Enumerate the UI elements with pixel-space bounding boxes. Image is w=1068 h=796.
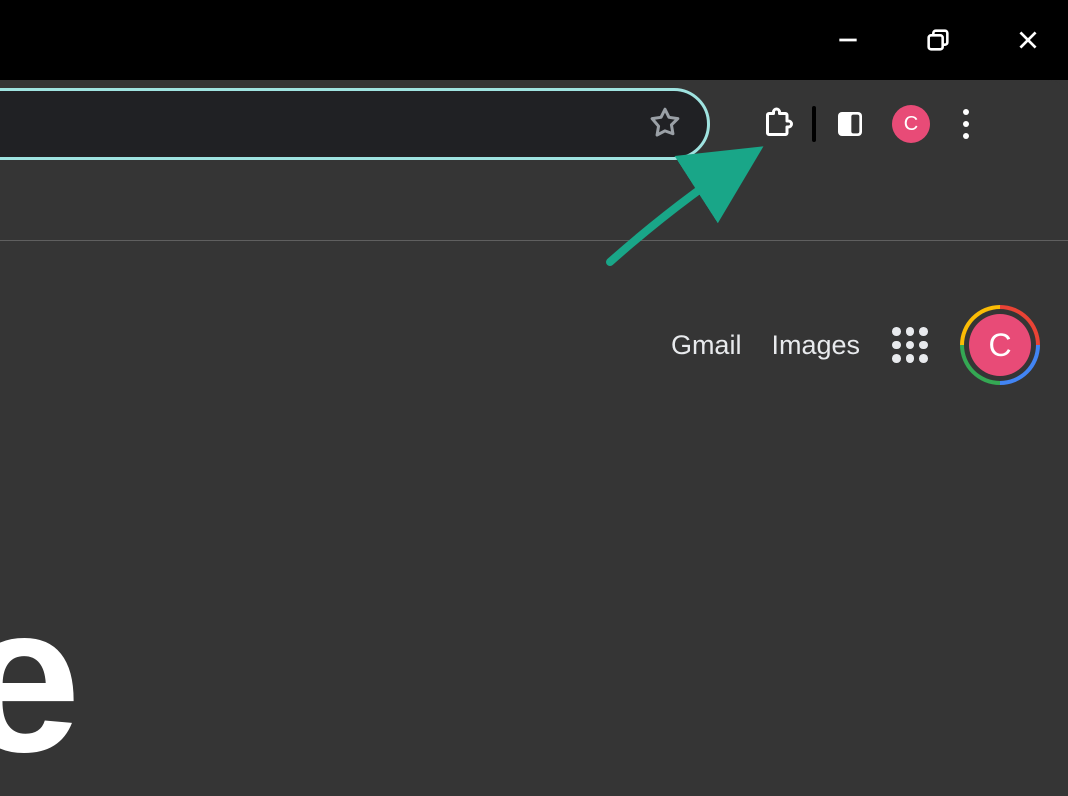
close-icon <box>1015 27 1041 53</box>
chrome-menu-button[interactable] <box>946 104 986 144</box>
page-header: Gmail Images C <box>0 241 1068 385</box>
dot-icon <box>963 109 969 115</box>
extensions-icon <box>760 106 796 142</box>
profile-initial: C <box>904 113 918 136</box>
maximize-icon <box>924 26 952 54</box>
window-close-button[interactable] <box>1006 18 1050 62</box>
browser-toolbar: C <box>0 80 1068 168</box>
profile-avatar-small[interactable]: C <box>892 105 930 143</box>
minimize-icon <box>835 27 861 53</box>
window-minimize-button[interactable] <box>826 18 870 62</box>
window-titlebar <box>0 0 1068 80</box>
gmail-link[interactable]: Gmail <box>671 330 742 361</box>
bookmark-star-icon[interactable] <box>647 104 683 145</box>
account-initial: C <box>988 327 1011 364</box>
account-avatar: C <box>969 314 1031 376</box>
address-bar[interactable] <box>0 88 710 160</box>
google-account-button[interactable]: C <box>960 305 1040 385</box>
toolbar-separator <box>812 106 816 142</box>
extensions-button[interactable] <box>754 100 802 148</box>
google-apps-button[interactable] <box>890 325 930 365</box>
sidepanel-button[interactable] <box>826 100 874 148</box>
sidepanel-icon <box>834 108 866 140</box>
toolbar-actions: C <box>746 100 992 148</box>
logo-fragment: e <box>0 574 81 784</box>
dot-icon <box>963 133 969 139</box>
window-maximize-button[interactable] <box>916 18 960 62</box>
dot-icon <box>963 121 969 127</box>
images-link[interactable]: Images <box>771 330 860 361</box>
